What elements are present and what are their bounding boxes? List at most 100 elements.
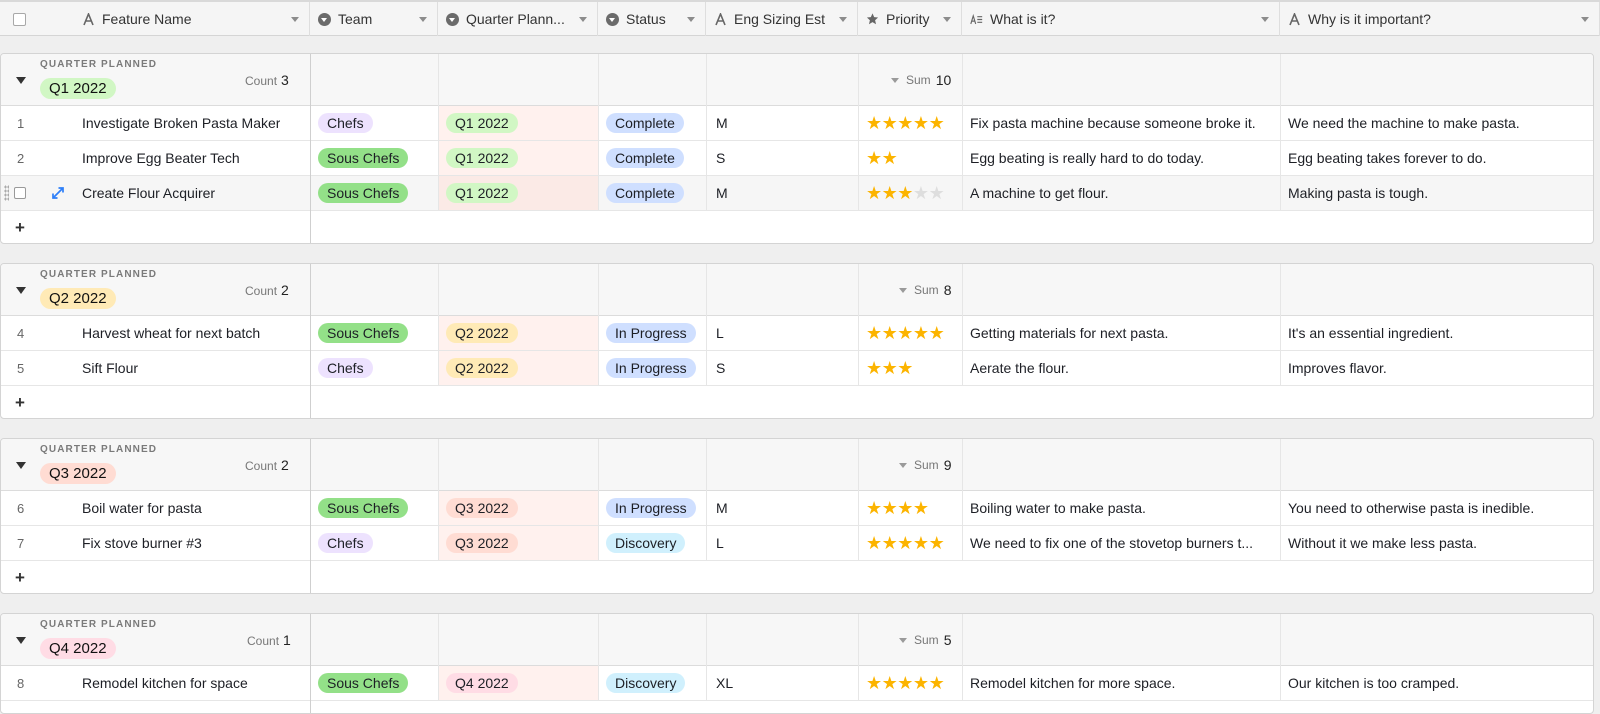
eng-sizing-cell[interactable]: S xyxy=(716,351,725,385)
collapse-toggle-icon[interactable] xyxy=(16,287,26,294)
why-important-cell[interactable]: It's an essential ingredient. xyxy=(1288,316,1588,350)
feature-name-cell[interactable]: Sift Flour xyxy=(82,351,307,385)
add-record-plus-icon[interactable]: + xyxy=(15,218,25,238)
column-menu-chevron-icon[interactable] xyxy=(687,16,695,22)
star-icon[interactable]: ★ xyxy=(913,533,929,553)
star-icon[interactable]: ★ xyxy=(897,113,913,133)
star-icon[interactable]: ★ xyxy=(882,533,898,553)
eng-sizing-cell[interactable]: S xyxy=(716,141,725,175)
expand-record-icon[interactable] xyxy=(51,186,65,200)
table-row[interactable]: 4 Harvest wheat for next batch Sous Chefs Q… xyxy=(1,316,1593,351)
team-cell[interactable]: Sous Chefs xyxy=(318,491,409,525)
why-important-cell[interactable]: Improves flavor. xyxy=(1288,351,1588,385)
add-record-row[interactable]: + xyxy=(1,701,1593,713)
feature-name-cell[interactable]: Improve Egg Beater Tech xyxy=(82,141,307,175)
summary-chevron-icon[interactable] xyxy=(899,637,907,643)
team-cell[interactable]: Chefs xyxy=(318,106,373,140)
column-menu-chevron-icon[interactable] xyxy=(839,16,847,22)
status-cell[interactable]: Complete xyxy=(606,106,684,140)
feature-name-cell[interactable]: Boil water for pasta xyxy=(82,491,307,525)
column-menu-chevron-icon[interactable] xyxy=(291,16,299,22)
priority-rating-cell[interactable]: ★★ xyxy=(866,141,897,175)
star-icon[interactable]: ★ xyxy=(866,673,882,693)
what-is-it-cell[interactable]: Boiling water to make pasta. xyxy=(970,491,1276,525)
star-icon[interactable]: ★ xyxy=(882,358,898,378)
priority-rating-cell[interactable]: ★★★★★ xyxy=(866,176,944,210)
eng-sizing-cell[interactable]: M xyxy=(716,106,728,140)
collapse-toggle-icon[interactable] xyxy=(16,462,26,469)
priority-sum[interactable]: Sum 8 xyxy=(899,282,951,298)
add-record-row[interactable]: + xyxy=(1,386,1593,418)
column-header-6[interactable]: What is it? xyxy=(962,2,1280,36)
what-is-it-cell[interactable]: A machine to get flour. xyxy=(970,176,1276,210)
status-cell[interactable]: Discovery xyxy=(606,666,686,700)
table-row[interactable]: Create Flour Acquirer Sous Chefs Q1 2022 Co… xyxy=(1,176,1593,211)
star-icon[interactable]: ★ xyxy=(929,113,945,133)
priority-rating-cell[interactable]: ★★★★★ xyxy=(866,316,944,350)
quarter-cell[interactable]: Q4 2022 xyxy=(446,666,518,700)
why-important-cell[interactable]: We need the machine to make pasta. xyxy=(1288,106,1588,140)
star-icon[interactable]: ★ xyxy=(866,148,882,168)
eng-sizing-cell[interactable]: L xyxy=(716,316,724,350)
priority-sum[interactable]: Sum 10 xyxy=(891,72,951,88)
star-icon[interactable]: ★ xyxy=(897,183,913,203)
priority-rating-cell[interactable]: ★★★ xyxy=(866,351,913,385)
table-row[interactable]: 1 Investigate Broken Pasta Maker Chefs Q1 2… xyxy=(1,106,1593,141)
what-is-it-cell[interactable]: Fix pasta machine because someone broke … xyxy=(970,106,1276,140)
star-icon[interactable]: ★ xyxy=(866,183,882,203)
star-icon[interactable]: ★ xyxy=(929,673,945,693)
star-icon[interactable]: ★ xyxy=(866,358,882,378)
priority-rating-cell[interactable]: ★★★★★ xyxy=(866,666,944,700)
collapse-toggle-icon[interactable] xyxy=(16,77,26,84)
quarter-cell[interactable]: Q1 2022 xyxy=(446,141,518,175)
column-header-7[interactable]: Why is it important? xyxy=(1280,2,1600,36)
star-icon[interactable]: ★ xyxy=(882,323,898,343)
star-icon[interactable]: ★ xyxy=(882,673,898,693)
star-icon[interactable]: ★ xyxy=(882,498,898,518)
table-row[interactable]: 5 Sift Flour Chefs Q2 2022 In Progress S ★★★ Ae… xyxy=(1,351,1593,386)
quarter-cell[interactable]: Q3 2022 xyxy=(446,526,518,560)
star-icon[interactable]: ★ xyxy=(913,673,929,693)
priority-rating-cell[interactable]: ★★★★★ xyxy=(866,106,944,140)
feature-name-cell[interactable]: Harvest wheat for next batch xyxy=(82,316,307,350)
star-icon[interactable]: ★ xyxy=(913,113,929,133)
team-cell[interactable]: Sous Chefs xyxy=(318,666,409,700)
star-icon[interactable]: ★ xyxy=(897,498,913,518)
priority-sum[interactable]: Sum 9 xyxy=(899,457,951,473)
eng-sizing-cell[interactable]: L xyxy=(716,526,724,560)
team-cell[interactable]: Chefs xyxy=(318,351,373,385)
star-icon[interactable]: ★ xyxy=(866,533,882,553)
quarter-cell[interactable]: Q2 2022 xyxy=(446,351,518,385)
priority-rating-cell[interactable]: ★★★★★ xyxy=(866,526,944,560)
column-menu-chevron-icon[interactable] xyxy=(419,16,427,22)
table-row[interactable]: 2 Improve Egg Beater Tech Sous Chefs Q1 202… xyxy=(1,141,1593,176)
what-is-it-cell[interactable]: Aerate the flour. xyxy=(970,351,1276,385)
column-header-1[interactable]: Team xyxy=(310,2,438,36)
summary-chevron-icon[interactable] xyxy=(891,77,899,83)
star-icon[interactable]: ★ xyxy=(897,533,913,553)
column-menu-chevron-icon[interactable] xyxy=(579,16,587,22)
quarter-cell[interactable]: Q2 2022 xyxy=(446,316,518,350)
column-header-3[interactable]: Status xyxy=(598,2,706,36)
quarter-cell[interactable]: Q3 2022 xyxy=(446,491,518,525)
why-important-cell[interactable]: Without it we make less pasta. xyxy=(1288,526,1588,560)
column-header-4[interactable]: Eng Sizing Est xyxy=(706,2,858,36)
eng-sizing-cell[interactable]: M xyxy=(716,491,728,525)
column-menu-chevron-icon[interactable] xyxy=(943,16,951,22)
status-cell[interactable]: In Progress xyxy=(606,316,696,350)
summary-chevron-icon[interactable] xyxy=(899,462,907,468)
table-row[interactable]: 7 Fix stove burner #3 Chefs Q3 2022 Discover… xyxy=(1,526,1593,561)
star-icon[interactable]: ★ xyxy=(897,358,913,378)
column-header-5[interactable]: Priority xyxy=(858,2,962,36)
feature-name-cell[interactable]: Remodel kitchen for space xyxy=(82,666,307,700)
status-cell[interactable]: In Progress xyxy=(606,491,696,525)
why-important-cell[interactable]: Making pasta is tough. xyxy=(1288,176,1588,210)
feature-name-cell[interactable]: Investigate Broken Pasta Maker xyxy=(82,106,307,140)
star-icon[interactable]: ★ xyxy=(866,498,882,518)
status-cell[interactable]: Complete xyxy=(606,176,684,210)
star-icon[interactable]: ★ xyxy=(913,183,929,203)
quarter-cell[interactable]: Q1 2022 xyxy=(446,106,518,140)
table-row[interactable]: 6 Boil water for pasta Sous Chefs Q3 2022 In… xyxy=(1,491,1593,526)
status-cell[interactable]: In Progress xyxy=(606,351,696,385)
add-record-row[interactable]: + xyxy=(1,211,1593,243)
